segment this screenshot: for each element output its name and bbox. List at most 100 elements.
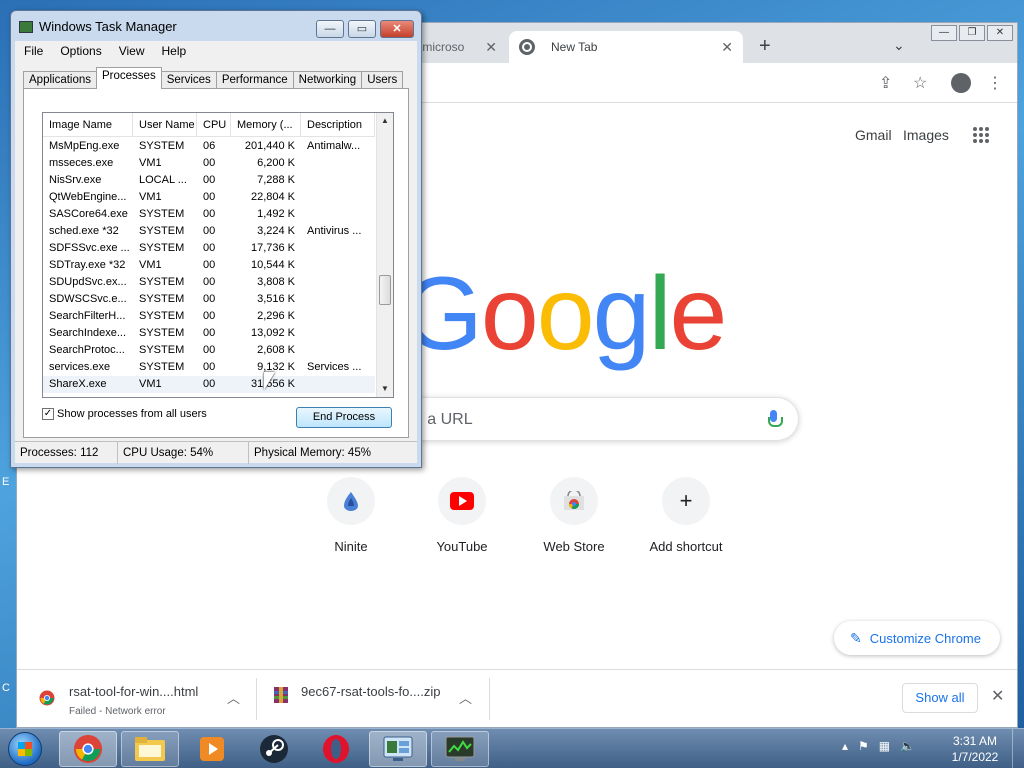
scroll-down-icon[interactable]: ▼ [377,381,393,397]
maximize-button[interactable]: ❐ [959,25,985,41]
table-row[interactable]: NisSrv.exe LOCAL ... 00 7,288 K [43,172,375,189]
windows-logo-icon [8,732,42,766]
chevron-up-icon[interactable]: ︿ [227,688,240,707]
tab-microsoft[interactable]: cs.microso ✕ [407,31,507,63]
tab-networking[interactable]: Networking [292,71,363,89]
cell-user-name: VM1 [139,259,162,271]
taskbar-explorer[interactable] [121,731,179,767]
table-row[interactable]: SDUpdSvc.ex... SYSTEM 00 3,808 K [43,274,375,291]
title-bar[interactable]: Windows Task Manager [19,19,177,34]
shortcut-youtube[interactable]: YouTube [406,477,518,554]
images-link[interactable]: Images [903,127,949,143]
taskbar-steam[interactable] [245,731,303,767]
show-all-users-checkbox[interactable]: ✓ Show processes from all users [42,408,207,420]
apps-grid-icon[interactable] [973,127,989,143]
cell-description [301,240,375,257]
close-icon[interactable]: ✕ [991,686,1004,706]
table-row[interactable]: ShareX.exe VM1 00 31,556 K [43,376,375,393]
shortcut-web-store[interactable]: Web Store [518,477,630,554]
close-button[interactable]: ✕ [987,25,1013,41]
scroll-up-icon[interactable]: ▲ [377,113,393,129]
start-button[interactable] [4,729,46,768]
tab-new-tab[interactable]: New Tab ✕ [509,31,743,63]
download-item[interactable]: rsat-tool-for-win....html Failed - Netwo… [39,670,249,728]
menu-view[interactable]: View [119,44,145,58]
star-icon[interactable]: ☆ [913,73,927,93]
chevron-up-icon[interactable]: ︿ [459,688,472,707]
taskbar-task-manager[interactable] [369,731,427,767]
network-icon[interactable]: ▦ [879,739,890,753]
table-row[interactable]: MsMpEng.exe SYSTEM 06 201,440 K Antimalw... [43,138,375,155]
tab-performance[interactable]: Performance [215,71,294,89]
cell-description [301,155,375,172]
minimize-button[interactable]: — [931,25,957,41]
taskbar: ▴ ⚑ ▦ 🔈 3:31 AM 1/7/2022 [0,728,1024,768]
column-header-cpu[interactable]: CPU [197,113,231,137]
table-row[interactable]: SASCore64.exe SYSTEM 00 1,492 K [43,206,375,223]
taskbar-media-player[interactable] [183,731,241,767]
table-row[interactable]: services.exe SYSTEM 00 9,132 K Services ... [43,359,375,376]
table-row[interactable]: msseces.exe VM1 00 6,200 K [43,155,375,172]
table-row[interactable]: sched.exe *32 SYSTEM 00 3,224 K Antivirus ..… [43,223,375,240]
clock[interactable]: 3:31 AM 1/7/2022 [946,733,1004,765]
desktop-letter: E [2,476,10,488]
cell-user-name: SYSTEM [139,208,185,220]
chrome-icon [39,690,55,706]
customize-chrome-button[interactable]: ✎ Customize Chrome [834,621,1000,655]
flag-icon[interactable]: ⚑ [858,739,869,753]
taskbar-chrome[interactable] [59,731,117,767]
scrollbar[interactable]: ▲ ▼ [376,113,393,397]
table-row[interactable]: SearchIndexe... SYSTEM 00 13,092 K [43,325,375,342]
show-hidden-icons-icon[interactable]: ▴ [842,739,848,753]
tab-services[interactable]: Services [160,71,217,89]
process-list[interactable]: Image Name User Name CPU Memory (... Des… [42,112,394,398]
column-header-description[interactable]: Description [301,113,375,137]
gmail-link[interactable]: Gmail [855,127,892,143]
table-row[interactable]: SDTray.exe *32 VM1 00 10,544 K [43,257,375,274]
taskbar-monitor[interactable] [431,731,489,767]
divider [256,678,257,720]
table-row[interactable]: SDWSCSvc.e... SYSTEM 00 3,516 K [43,291,375,308]
tab-users[interactable]: Users [361,71,404,89]
more-menu-icon[interactable]: ⋮ [987,73,1003,93]
shortcut-ninite[interactable]: Ninite [295,477,407,554]
column-header-image-name[interactable]: Image Name [43,113,133,137]
show-desktop-button[interactable] [1012,729,1024,768]
table-row[interactable]: SDFSSvc.exe ... SYSTEM 00 17,736 K [43,240,375,257]
cell-user-name: SYSTEM [139,310,185,322]
chevron-down-icon[interactable]: ⌄ [893,37,905,54]
minimize-button[interactable]: — [316,20,344,38]
share-icon[interactable]: ⇪ [879,73,892,93]
show-all-button[interactable]: Show all [902,683,978,713]
search-box[interactable]: ype a URL [397,397,799,441]
tab-applications[interactable]: Applications [23,71,98,89]
volume-icon[interactable]: 🔈 [900,739,915,753]
table-row[interactable]: SearchProtoc... SYSTEM 00 2,608 K [43,342,375,359]
menu-file[interactable]: File [24,44,43,58]
column-header-user-name[interactable]: User Name [133,113,197,137]
tab-label: New Tab [551,40,598,54]
checkmark-icon: ✓ [42,408,54,420]
close-icon[interactable]: ✕ [485,39,497,56]
microphone-icon[interactable] [768,410,783,428]
task-manager-window: Windows Task Manager — ▭ ✕ File Options … [10,10,422,468]
cell-user-name: SYSTEM [139,276,185,288]
close-icon[interactable]: ✕ [721,39,733,56]
tab-processes[interactable]: Processes [96,67,162,89]
cell-image-name: SDTray.exe *32 [49,259,126,271]
taskbar-opera[interactable] [307,731,365,767]
download-item[interactable]: 9ec67-rsat-tools-fo....zip ︿ [273,670,483,728]
end-process-button[interactable]: End Process [296,407,392,428]
maximize-button[interactable]: ▭ [348,20,376,38]
table-row[interactable]: SearchFilterH... SYSTEM 00 2,296 K [43,308,375,325]
column-header-memory[interactable]: Memory (... [231,113,301,137]
menu-help[interactable]: Help [162,44,187,58]
shortcut-add[interactable]: + Add shortcut [630,477,742,554]
profile-avatar[interactable] [951,73,971,93]
table-row[interactable]: QtWebEngine... VM1 00 22,804 K [43,189,375,206]
menu-options[interactable]: Options [60,44,101,58]
scroll-thumb[interactable] [379,275,391,305]
close-button[interactable]: ✕ [380,20,414,38]
new-tab-button[interactable]: + [759,35,771,58]
process-rows: MsMpEng.exe SYSTEM 06 201,440 K Antimalw... m… [43,138,375,393]
